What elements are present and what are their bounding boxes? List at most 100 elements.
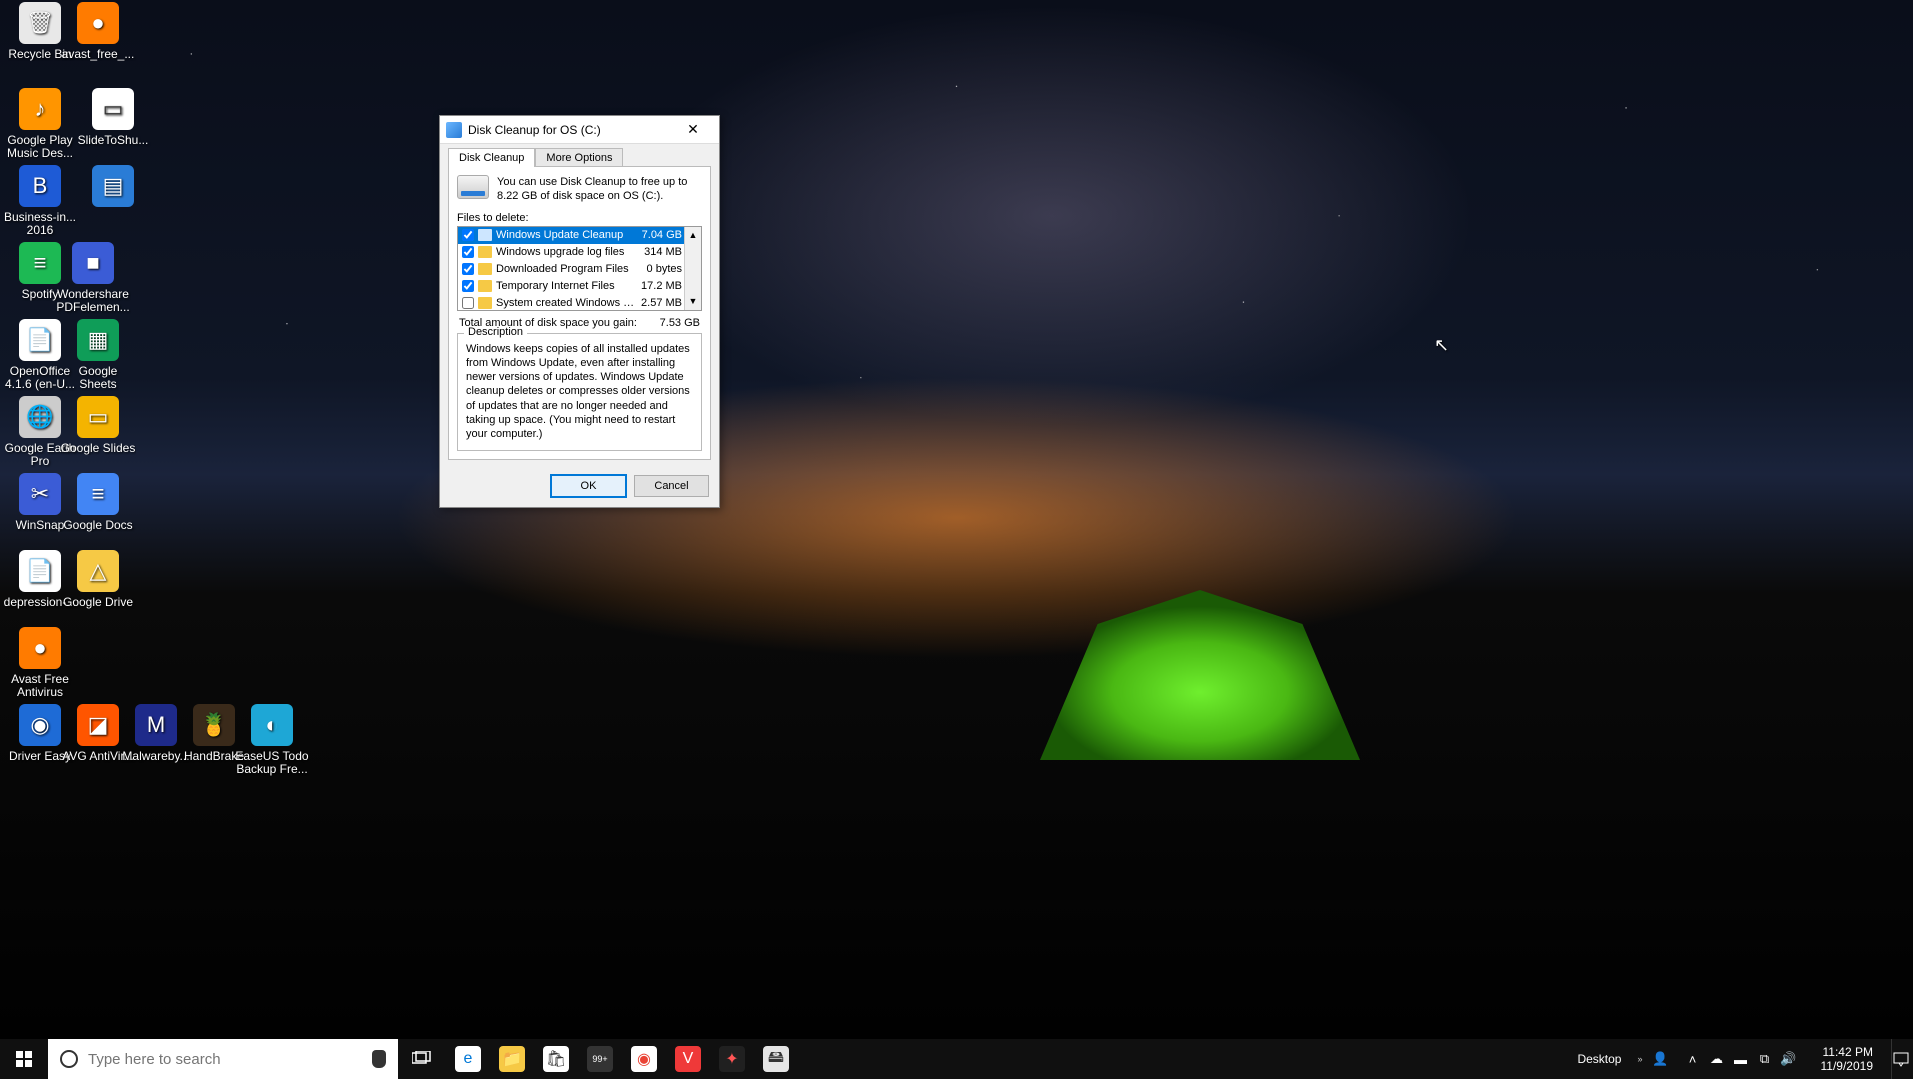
search-input[interactable] xyxy=(88,1051,362,1068)
description-title: Description xyxy=(464,326,527,338)
tab-disk-cleanup[interactable]: Disk Cleanup xyxy=(448,148,535,167)
desktop-icon-wondershare-pdfelemen-[interactable]: ■ Wondershare PDFelemen... xyxy=(55,242,131,314)
description-group: Description Windows keeps copies of all … xyxy=(457,333,702,451)
taskbar-app-chrome[interactable]: ◉ xyxy=(622,1039,666,1079)
taskbar-app-mail[interactable]: 99+ xyxy=(578,1039,622,1079)
desktop-icon-slidetoshu-[interactable]: ▭SlideToShu... xyxy=(75,88,151,147)
clock-date: 11/9/2019 xyxy=(1821,1059,1874,1073)
app-icon: 99+ xyxy=(587,1046,613,1072)
icon-glyph: ♪ xyxy=(19,88,61,130)
battery-icon[interactable]: ▬ xyxy=(1733,1051,1749,1067)
scroll-up-button[interactable]: ▲ xyxy=(685,227,701,244)
taskbar-app-edge[interactable]: e xyxy=(446,1039,490,1079)
people-icon[interactable]: 👤 xyxy=(1653,1051,1669,1067)
file-checkbox[interactable] xyxy=(462,246,474,258)
file-checkbox[interactable] xyxy=(462,229,474,241)
files-list[interactable]: Windows Update Cleanup 7.04 GB Windows upg… xyxy=(457,226,702,311)
file-name: Windows Update Cleanup xyxy=(496,229,636,241)
file-name: Downloaded Program Files xyxy=(496,263,641,275)
show-desktop-label[interactable]: Desktop xyxy=(1571,1052,1627,1066)
tab-more-options[interactable]: More Options xyxy=(535,148,623,167)
icon-glyph: ◉ xyxy=(19,704,61,746)
icon-label: Wondershare PDFelemen... xyxy=(55,288,131,314)
total-value: 7.53 GB xyxy=(660,317,700,329)
desktop-icon-business-in-2016[interactable]: BBusiness-in... 2016 xyxy=(2,165,78,237)
icon-label: Google Docs xyxy=(60,519,136,532)
file-name: System created Windows Error Reporti... xyxy=(496,297,635,309)
icon-label: SlideToShu... xyxy=(75,134,151,147)
file-size: 7.04 GB xyxy=(642,229,682,241)
dialog-pane: You can use Disk Cleanup to free up to 8… xyxy=(448,166,711,460)
cortana-icon xyxy=(60,1050,78,1068)
desktop-icon-easeus-todo-backup-fre-[interactable]: ◐EaseUS Todo Backup Fre... xyxy=(234,704,310,776)
file-item[interactable]: Windows upgrade log files 314 MB xyxy=(458,244,684,261)
start-button[interactable] xyxy=(0,1039,48,1079)
taskbar-app-disk-cleanup[interactable]: 🖴 xyxy=(754,1039,798,1079)
action-center-button[interactable] xyxy=(1891,1039,1909,1079)
clock[interactable]: 11:42 PM 11/9/2019 xyxy=(1813,1045,1882,1074)
icon-label: Google Slides xyxy=(60,442,136,455)
icon-glyph: ● xyxy=(77,2,119,44)
file-checkbox[interactable] xyxy=(462,280,474,292)
file-size: 17.2 MB xyxy=(641,280,682,292)
file-name: Windows upgrade log files xyxy=(496,246,638,258)
taskbar-app-file-explorer[interactable]: 📁 xyxy=(490,1039,534,1079)
icon-glyph: ■ xyxy=(72,242,114,284)
ok-button[interactable]: OK xyxy=(551,475,626,497)
desktop-icon-unnamed[interactable]: ▤ xyxy=(75,165,151,211)
icon-glyph: ▤ xyxy=(92,165,134,207)
cancel-button[interactable]: Cancel xyxy=(634,475,709,497)
app-icon: ◉ xyxy=(631,1046,657,1072)
description-text: Windows keeps copies of all installed up… xyxy=(466,342,693,442)
icon-label: Avast Free Antivirus xyxy=(2,673,78,699)
drive-icon xyxy=(457,175,489,199)
icon-glyph: ◐ xyxy=(251,704,293,746)
icon-label: Google Drive xyxy=(60,596,136,609)
desktop-icon-avast-free-[interactable]: ●avast_free_... xyxy=(60,2,136,61)
desktop[interactable]: 🗑Recycle Bin●avast_free_...♪Google Play … xyxy=(0,0,1913,1039)
scroll-down-button[interactable]: ▼ xyxy=(685,293,701,310)
search-box[interactable] xyxy=(48,1039,398,1079)
icon-glyph: ◪ xyxy=(77,704,119,746)
wifi-icon[interactable]: ⧉ xyxy=(1757,1051,1773,1067)
chevron-right-icon: » xyxy=(1637,1054,1642,1064)
desktop-icon-google-play-music-des-[interactable]: ♪ Google Play Music Des... xyxy=(2,88,78,160)
tray-overflow-icon[interactable]: ˄ xyxy=(1685,1051,1701,1067)
files-to-delete-label: Files to delete: xyxy=(457,212,702,224)
app-icon: V xyxy=(675,1046,701,1072)
file-size: 0 bytes xyxy=(647,263,682,275)
app-icon: 🖴 xyxy=(763,1046,789,1072)
close-button[interactable]: ✕ xyxy=(673,119,713,141)
summary-row: You can use Disk Cleanup to free up to 8… xyxy=(457,175,702,204)
app-icon: ✦ xyxy=(719,1046,745,1072)
desktop-icon-google-slides[interactable]: ▭Google Slides xyxy=(60,396,136,455)
taskbar-app-vivaldi[interactable]: V xyxy=(666,1039,710,1079)
task-view-button[interactable] xyxy=(398,1039,446,1079)
taskbar-app-app-misc[interactable]: ✦ xyxy=(710,1039,754,1079)
dialog-titlebar[interactable]: Disk Cleanup for OS (C:) ✕ xyxy=(440,116,719,144)
file-size: 2.57 MB xyxy=(641,297,682,309)
file-item[interactable]: System created Windows Error Reporti... 2… xyxy=(458,295,684,311)
icon-glyph: ≡ xyxy=(77,473,119,515)
task-view-icon xyxy=(412,1051,432,1067)
file-checkbox[interactable] xyxy=(462,297,474,309)
mic-icon[interactable] xyxy=(372,1050,386,1068)
scrollbar[interactable]: ▲ ▼ xyxy=(684,227,701,310)
file-item[interactable]: Temporary Internet Files17.2 MB xyxy=(458,278,684,295)
volume-icon[interactable]: 🔊 xyxy=(1781,1051,1797,1067)
clock-time: 11:42 PM xyxy=(1821,1045,1874,1059)
desktop-icon-google-drive[interactable]: △Google Drive xyxy=(60,550,136,609)
dialog-title: Disk Cleanup for OS (C:) xyxy=(468,123,673,137)
desktop-icon-google-sheets[interactable]: ▦Google Sheets xyxy=(60,319,136,391)
taskbar-app-store[interactable]: 🛍 xyxy=(534,1039,578,1079)
file-size: 314 MB xyxy=(644,246,682,258)
file-item[interactable]: Windows Update Cleanup 7.04 GB xyxy=(458,227,684,244)
icon-glyph: 🗑 xyxy=(19,2,61,44)
onedrive-icon[interactable]: ☁ xyxy=(1709,1051,1725,1067)
windows-icon xyxy=(16,1051,32,1067)
icon-label: Google Play Music Des... xyxy=(2,134,78,160)
desktop-icon-google-docs[interactable]: ≡ Google Docs xyxy=(60,473,136,532)
file-item[interactable]: Downloaded Program Files 0 bytes xyxy=(458,261,684,278)
desktop-icon-avast-free-antivirus[interactable]: ●Avast Free Antivirus xyxy=(2,627,78,699)
file-checkbox[interactable] xyxy=(462,263,474,275)
